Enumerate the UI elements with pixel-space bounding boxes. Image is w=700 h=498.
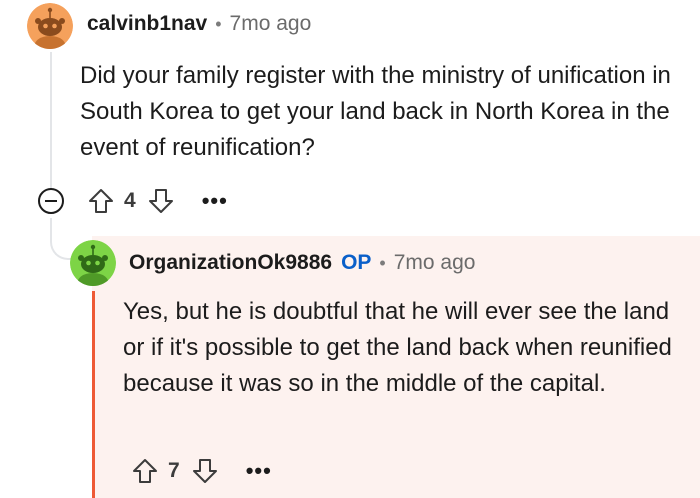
username[interactable]: calvinb1nav [87, 12, 207, 36]
timestamp[interactable]: 7mo ago [394, 251, 476, 275]
comment-body: Did your family register with the minist… [80, 62, 671, 161]
avatar[interactable] [70, 240, 116, 286]
reply-highlight-bar [92, 291, 95, 498]
timestamp[interactable]: 7mo ago [230, 12, 312, 36]
vote-count: 7 [168, 459, 180, 482]
reply-actions: 7 ••• [130, 456, 272, 486]
op-badge: OP [341, 251, 372, 274]
separator-dot: • [215, 13, 222, 34]
comment-actions: 4 ••• [38, 186, 228, 216]
collapse-minus-icon[interactable] [38, 188, 64, 214]
downvote-arrow-icon[interactable] [146, 186, 176, 216]
reply-body: Yes, but he is doubtful that he will eve… [123, 298, 672, 397]
downvote-arrow-icon[interactable] [190, 456, 220, 486]
more-options-button[interactable]: ••• [246, 460, 272, 482]
upvote-arrow-icon[interactable] [86, 186, 116, 216]
separator-dot: • [379, 252, 386, 273]
comment-meta: calvinb1nav • 7mo ago [87, 12, 311, 36]
avatar[interactable] [27, 3, 73, 49]
more-options-button[interactable]: ••• [202, 190, 228, 212]
reply-meta: OrganizationOk9886 OP • 7mo ago [129, 251, 475, 275]
username[interactable]: OrganizationOk9886 [129, 251, 332, 275]
upvote-arrow-icon[interactable] [130, 456, 160, 486]
vote-count: 4 [124, 189, 136, 212]
thread-line [50, 52, 52, 194]
